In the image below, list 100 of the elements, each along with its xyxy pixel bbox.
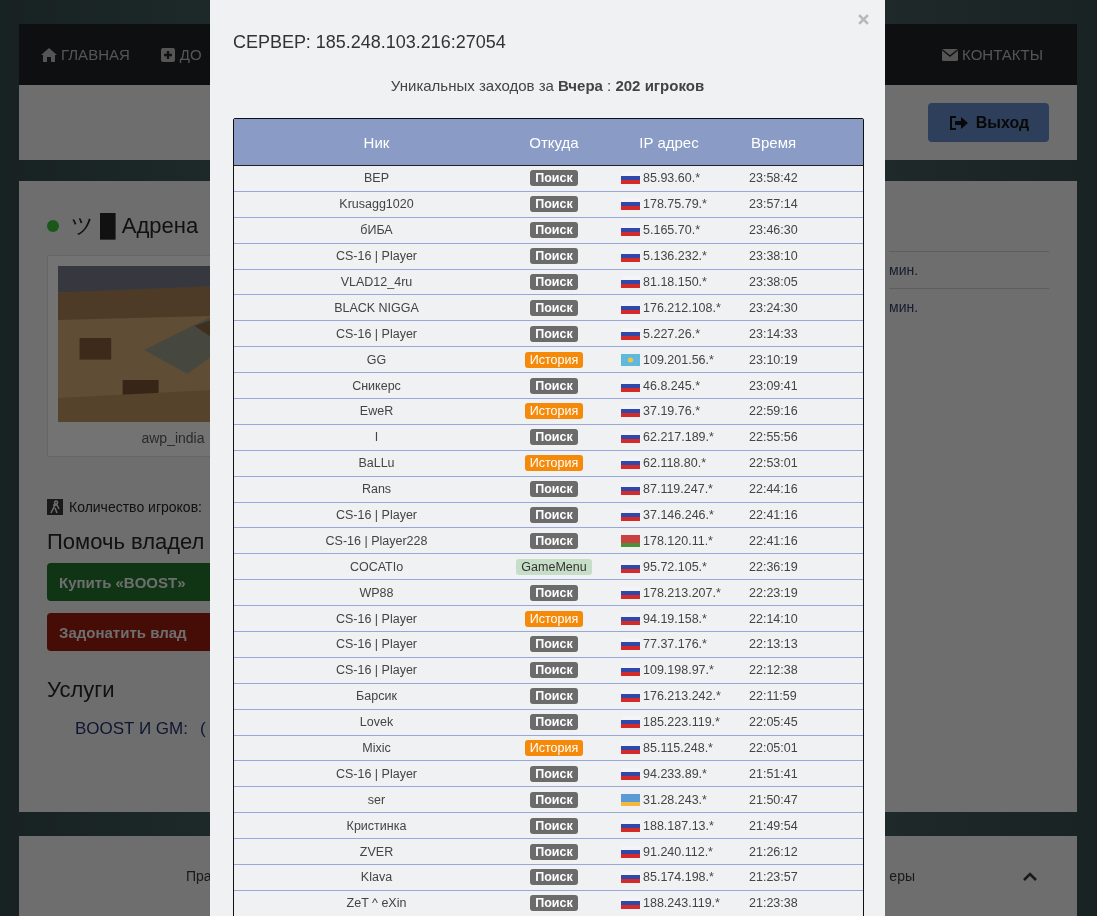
time-cell-text: 23:10:19	[749, 352, 799, 367]
ip-cell: 94.19.158.*	[643, 611, 707, 626]
time-cell-text: 21:51:41	[749, 766, 799, 781]
source-badge[interactable]: Поиск	[530, 532, 578, 549]
stat-row: мин.	[889, 288, 1049, 325]
source-badge[interactable]: Поиск	[530, 248, 578, 265]
ip-cell: 178.120.11.*	[643, 533, 713, 548]
time-cell-text: 23:58:42	[749, 171, 799, 186]
plus-icon	[159, 47, 176, 62]
nick-cell-text: Rans	[360, 482, 393, 497]
stat-row: мин.	[889, 251, 1049, 288]
ip-cell: 178.75.79.*	[643, 197, 707, 212]
time-cell-text: 21:49:54	[749, 818, 799, 833]
time-cell-text: 22:41:16	[749, 508, 799, 522]
time-cell-text: 22:05:45	[749, 715, 799, 730]
time-cell-text: 22:13:13	[749, 637, 799, 652]
ip-cell: 85.115.248.*	[643, 741, 713, 756]
nick-cell-text: CS-16 | Player	[334, 766, 419, 781]
time-cell-text: 22:59:16	[749, 404, 799, 419]
time-cell-text: 23:57:14	[749, 197, 799, 212]
time-cell-text: 23:14:33	[749, 326, 799, 341]
map-name: awp_india	[141, 430, 205, 446]
nick-cell-text: EweR	[358, 404, 395, 419]
flag-icon	[621, 353, 640, 366]
time-cell-text: 22:14:10	[749, 611, 799, 626]
time-cell-text: 22:41:16	[749, 533, 799, 548]
source-badge[interactable]: Поиск	[530, 714, 578, 731]
source-badge[interactable]: Поиск	[530, 636, 578, 653]
source-badge[interactable]: Поиск	[530, 429, 578, 446]
source-badge[interactable]: Поиск	[530, 507, 578, 523]
nick-cell-text: CS-16 | Player228	[324, 533, 429, 548]
time-cell-text: 22:23:19	[749, 585, 799, 600]
ip-cell: 94.233.89.*	[643, 766, 707, 781]
source-badge[interactable]: Поиск	[530, 584, 578, 601]
nick-cell-text: BLACK NIGGA	[333, 300, 420, 315]
source-badge[interactable]: Поиск	[530, 869, 578, 886]
ip-cell: 188.187.13.*	[643, 818, 714, 833]
time-cell-text: 21:26:12	[749, 844, 799, 859]
ip-cell: 176.212.108.*	[643, 300, 721, 315]
time-cell-text: 22:55:56	[749, 430, 799, 445]
nick-cell-text: GG	[365, 352, 388, 367]
source-badge[interactable]: Поиск	[530, 325, 578, 342]
time-cell-text: 22:36:19	[749, 559, 799, 574]
ip-cell: 5.165.70.*	[643, 223, 700, 238]
time-cell-text: 22:12:38	[749, 663, 799, 678]
server-name: ツ █ Адрена	[71, 212, 199, 241]
source-badge[interactable]: GameMenu	[516, 558, 592, 575]
source-badge[interactable]: Поиск	[530, 688, 578, 705]
ip-cell: 178.213.207.*	[643, 585, 721, 600]
column-header: Откуда	[528, 133, 580, 151]
ip-cell: 62.217.189.*	[643, 430, 714, 445]
nick-cell-text: Lovek	[358, 715, 395, 730]
service-value: (	[200, 719, 206, 739]
ip-cell: 81.18.150.*	[643, 275, 707, 289]
time-cell-text: 22:11:59	[749, 689, 798, 704]
ip-cell: 31.28.243.*	[643, 792, 707, 807]
section-title: Помочь владел	[47, 529, 205, 555]
column-header: IP адрес	[638, 133, 700, 151]
nick-cell-text: ZeT ^ eXin	[345, 896, 408, 911]
source-badge[interactable]: Поиск	[530, 481, 578, 498]
nick-cell-text: CS-16 | Player	[334, 326, 419, 341]
nick-cell-text: Кристинка	[345, 818, 408, 833]
footer-link[interactable]: Пра	[186, 868, 212, 884]
ip-cell: 77.37.176.*	[643, 637, 707, 652]
time-cell-text: 22:44:16	[749, 482, 799, 497]
modal-title: СЕРВЕР: 185.248.103.216:27054	[233, 32, 507, 53]
ip-cell: 37.19.76.*	[643, 404, 700, 419]
ip-cell: 188.243.119.*	[643, 896, 720, 911]
column-header: Ник	[362, 133, 391, 151]
nick-cell-text: BEP	[363, 171, 390, 186]
flag-icon	[621, 534, 640, 547]
source-badge[interactable]: Поиск	[530, 843, 578, 860]
ip-cell: 87.119.247.*	[643, 482, 713, 497]
nick-cell-text: ser	[366, 792, 387, 807]
runner-icon	[47, 499, 63, 515]
source-badge[interactable]: Поиск	[530, 196, 578, 213]
nick-cell-text: CS-16 | Player	[334, 663, 419, 678]
source-badge[interactable]: Поиск	[530, 377, 578, 394]
nick-cell-text: Mixic	[361, 741, 392, 756]
nick-cell-text: COCATIo	[348, 559, 405, 574]
nick-cell-text: WP88	[358, 585, 395, 600]
source-badge[interactable]: Поиск	[530, 895, 578, 912]
ip-cell: 176.213.242.*	[643, 689, 721, 704]
caret-up-icon[interactable]	[1023, 871, 1037, 881]
source-badge[interactable]: Поиск	[530, 222, 578, 239]
summary-text: Уникальных заходов за Вчера : 202 игроков	[389, 77, 706, 94]
time-cell-text: 22:53:01	[749, 456, 799, 471]
source-badge[interactable]: Поиск	[530, 791, 578, 808]
source-badge[interactable]: Поиск	[530, 170, 578, 187]
source-badge[interactable]: Поиск	[530, 274, 578, 290]
ip-cell: 5.227.26.*	[643, 326, 700, 341]
source-badge[interactable]: Поиск	[530, 662, 578, 679]
ip-cell: 37.146.246.*	[643, 508, 714, 522]
ip-cell: 185.223.119.*	[643, 715, 720, 730]
source-badge[interactable]: Поиск	[530, 817, 578, 834]
time-cell-text: 21:50:47	[749, 792, 799, 807]
time-cell-text: 22:05:01	[749, 741, 799, 756]
source-badge[interactable]: Поиск	[530, 299, 578, 316]
source-badge[interactable]: Поиск	[530, 765, 578, 782]
footer-link[interactable]: еры	[889, 868, 915, 884]
